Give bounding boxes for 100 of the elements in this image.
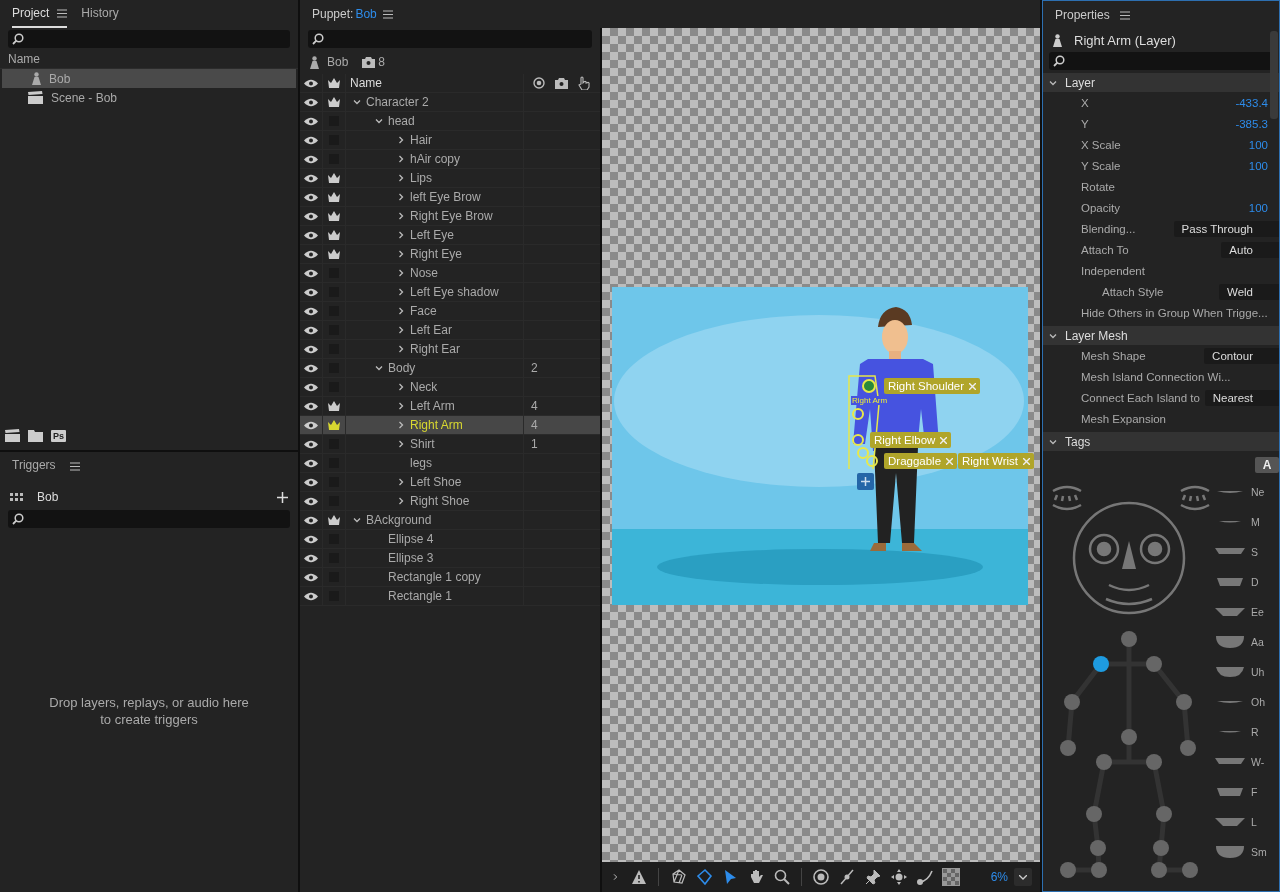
- mouth-icon[interactable]: [1213, 635, 1247, 649]
- section-header[interactable]: Layer: [1043, 73, 1279, 92]
- menu-icon[interactable]: [69, 461, 80, 471]
- eye-icon[interactable]: [304, 344, 318, 354]
- warning-icon[interactable]: [630, 868, 648, 886]
- property-dropdown[interactable]: Contour: [1204, 347, 1279, 364]
- eye-icon[interactable]: [304, 173, 318, 183]
- menu-icon[interactable]: [1119, 10, 1130, 20]
- layer-row[interactable]: Right Eye Brow: [300, 207, 600, 226]
- layer-row[interactable]: Neck: [300, 378, 600, 397]
- search-field[interactable]: [8, 510, 290, 528]
- layer-row[interactable]: Right Eye: [300, 245, 600, 264]
- crown-icon[interactable]: [327, 514, 341, 526]
- property-value[interactable]: -385.3: [1235, 117, 1271, 130]
- project-item[interactable]: Bob: [2, 69, 296, 88]
- eye-icon[interactable]: [304, 363, 318, 373]
- eye-icon[interactable]: [304, 553, 318, 563]
- mesh-icon[interactable]: [669, 868, 687, 886]
- joint-handle[interactable]: [1176, 694, 1192, 710]
- move-icon[interactable]: [890, 868, 908, 886]
- property-value[interactable]: 100: [1248, 138, 1271, 151]
- stick-icon[interactable]: [838, 868, 856, 886]
- layer-row[interactable]: head: [300, 112, 600, 131]
- menu-icon[interactable]: [382, 9, 393, 19]
- chevron-icon[interactable]: [397, 402, 405, 410]
- crown-icon[interactable]: [327, 172, 341, 184]
- joint-handle[interactable]: [1060, 740, 1076, 756]
- layer-row[interactable]: Left Eye shadow: [300, 283, 600, 302]
- hand-icon[interactable]: [578, 76, 590, 90]
- panel-tab[interactable]: Project: [12, 0, 68, 28]
- eye-icon[interactable]: [304, 420, 318, 430]
- eye-icon[interactable]: [304, 401, 318, 411]
- zoom-level[interactable]: 6%: [990, 870, 1008, 884]
- search-field[interactable]: [8, 30, 290, 48]
- chevron-icon[interactable]: [1049, 331, 1057, 340]
- crown-icon[interactable]: [327, 229, 341, 241]
- polygon-icon[interactable]: [695, 868, 713, 886]
- eye-icon[interactable]: [304, 230, 318, 240]
- target-icon[interactable]: [812, 868, 830, 886]
- layer-row[interactable]: Left Ear: [300, 321, 600, 340]
- pin-icon[interactable]: [864, 868, 882, 886]
- joint-handle[interactable]: [1086, 806, 1102, 822]
- layer-row[interactable]: BAckground: [300, 511, 600, 530]
- scrollbar[interactable]: [1270, 31, 1278, 119]
- chevron-icon[interactable]: [397, 478, 405, 486]
- layer-row[interactable]: Character 2: [300, 93, 600, 112]
- layer-row[interactable]: Ellipse 3: [300, 549, 600, 568]
- project-item[interactable]: Scene - Bob: [2, 88, 296, 107]
- chevron-icon[interactable]: [397, 136, 405, 144]
- joint-handle[interactable]: [1146, 656, 1162, 672]
- zoom-icon[interactable]: [773, 868, 791, 886]
- crown-icon[interactable]: [327, 191, 341, 203]
- mouth-icon[interactable]: [1213, 665, 1247, 679]
- layer-row[interactable]: Hair: [300, 131, 600, 150]
- tag-tab[interactable]: A: [1255, 457, 1279, 473]
- joint-handle[interactable]: [1121, 729, 1137, 745]
- joint-handle[interactable]: [1182, 862, 1198, 878]
- joint-handle[interactable]: [1093, 656, 1109, 672]
- mouth-icon[interactable]: [1213, 815, 1247, 829]
- chevron-icon[interactable]: [397, 288, 405, 296]
- chevron-icon[interactable]: [397, 326, 405, 334]
- folder-icon[interactable]: [28, 429, 43, 442]
- layer-row[interactable]: Left Eye: [300, 226, 600, 245]
- chevron-icon[interactable]: [397, 421, 405, 429]
- layer-row[interactable]: Rectangle 1: [300, 587, 600, 606]
- photoshop-button[interactable]: Ps: [51, 429, 66, 442]
- eye-icon[interactable]: [304, 192, 318, 202]
- menu-icon[interactable]: [57, 8, 68, 18]
- crown-icon[interactable]: [327, 210, 341, 222]
- layer-row[interactable]: Shirt 1: [300, 435, 600, 454]
- layer-row[interactable]: Body 2: [300, 359, 600, 378]
- puppet-name[interactable]: Bob: [355, 7, 377, 21]
- chevron-icon[interactable]: [1049, 437, 1057, 446]
- joint-handle[interactable]: [1060, 862, 1076, 878]
- clapperboard-icon[interactable]: [5, 429, 20, 442]
- layer-row[interactable]: Left Shoe: [300, 473, 600, 492]
- joint-handle[interactable]: [1156, 806, 1172, 822]
- bend-icon[interactable]: [916, 868, 934, 886]
- layer-row[interactable]: Right Ear: [300, 340, 600, 359]
- property-value[interactable]: 100: [1248, 201, 1271, 214]
- chevron-icon[interactable]: [397, 193, 405, 201]
- joint-handle[interactable]: [1151, 862, 1167, 878]
- property-dropdown[interactable]: Auto: [1221, 241, 1279, 258]
- chevron-icon[interactable]: [397, 250, 405, 258]
- target-icon[interactable]: [533, 77, 545, 89]
- chevron-icon[interactable]: [397, 497, 405, 505]
- crown-icon[interactable]: [327, 96, 341, 108]
- layer-row[interactable]: Ellipse 4: [300, 530, 600, 549]
- eye-icon[interactable]: [304, 135, 318, 145]
- eye-icon[interactable]: [304, 211, 318, 221]
- column-header[interactable]: Name: [350, 76, 382, 90]
- chevron-icon[interactable]: [397, 231, 405, 239]
- layer-row[interactable]: Nose: [300, 264, 600, 283]
- search-field[interactable]: [1049, 52, 1273, 70]
- joint-handle[interactable]: [1146, 754, 1162, 770]
- joint-handle[interactable]: [1091, 862, 1107, 878]
- chevron-icon[interactable]: [397, 155, 405, 163]
- eye-icon[interactable]: [304, 382, 318, 392]
- chevron-icon[interactable]: [1049, 78, 1057, 87]
- eye-icon[interactable]: [304, 78, 318, 88]
